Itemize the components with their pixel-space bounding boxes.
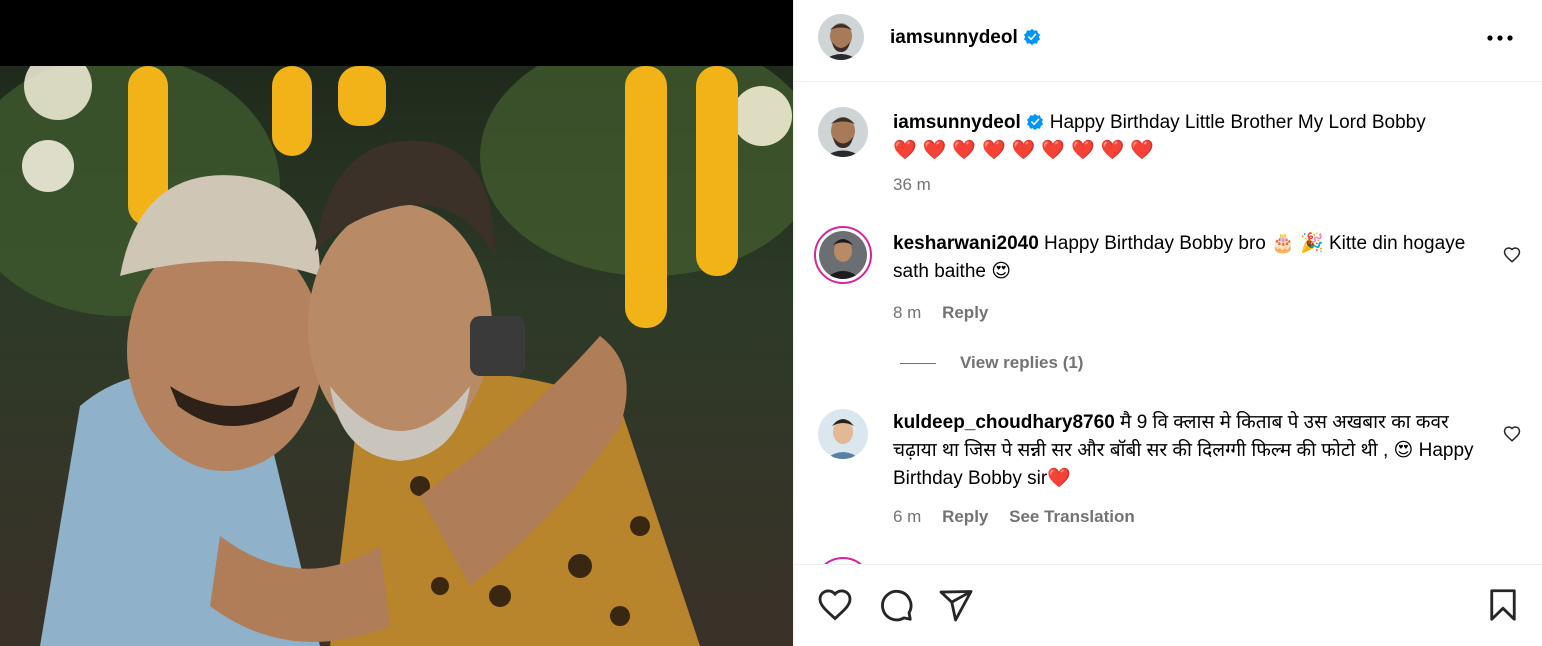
caption-avatar-image bbox=[818, 107, 868, 157]
author-avatar[interactable] bbox=[818, 14, 864, 60]
comment-meta: 6 m Reply See Translation bbox=[893, 507, 1151, 527]
author-username-text: iamsunnydeol bbox=[890, 27, 1018, 48]
author-avatar-image bbox=[818, 14, 864, 60]
see-translation-button[interactable]: See Translation bbox=[1009, 507, 1135, 526]
caption-avatar[interactable] bbox=[818, 107, 868, 157]
caption-row: iamsunnydeol Happy Birthday Little Broth… bbox=[794, 103, 1542, 203]
post-header: iamsunnydeol bbox=[794, 0, 1542, 82]
comment-timestamp: 6 m bbox=[893, 507, 922, 526]
caption-timestamp: 36 m bbox=[893, 175, 931, 194]
caption-meta: 36 m bbox=[893, 175, 947, 195]
verified-badge-icon bbox=[1023, 28, 1040, 46]
commenter-avatar-image bbox=[818, 409, 868, 459]
comment-username[interactable]: kesharwani2040 bbox=[893, 233, 1039, 254]
view-replies-button[interactable]: View replies (1) bbox=[900, 353, 1083, 373]
caption-emoji: ❤️❤️❤️❤️❤️❤️❤️❤️❤️ bbox=[893, 140, 1160, 161]
comment-icon[interactable] bbox=[878, 587, 914, 623]
caption-username[interactable]: iamsunnydeol bbox=[893, 112, 1021, 133]
post-media[interactable] bbox=[0, 0, 793, 646]
caption-text: Happy Birthday Little Brother My Lord Bo… bbox=[1049, 112, 1426, 133]
heart-icon[interactable] bbox=[1503, 246, 1521, 264]
verified-badge-icon bbox=[1026, 113, 1043, 131]
comment-item: kuldeep_choudhary8760 मै 9 वि क्लास मे क… bbox=[794, 409, 1542, 549]
share-icon[interactable] bbox=[938, 587, 974, 623]
commenter-avatar[interactable] bbox=[814, 226, 872, 284]
more-options-glyph bbox=[1487, 35, 1513, 41]
post-side-panel: iamsunnydeol iamsunnydeol Happy Birthday… bbox=[793, 0, 1542, 646]
comment-text-block: kuldeep_choudhary8760 मै 9 वि क्लास मे क… bbox=[893, 409, 1493, 493]
reply-button[interactable]: Reply bbox=[942, 303, 988, 322]
view-replies-label: View replies (1) bbox=[960, 353, 1084, 372]
replies-divider bbox=[900, 363, 936, 365]
heart-icon[interactable] bbox=[817, 587, 853, 623]
photo-illustration bbox=[0, 66, 793, 646]
comments-list[interactable]: iamsunnydeol Happy Birthday Little Broth… bbox=[794, 83, 1542, 564]
comment-meta: 8 m Reply bbox=[893, 303, 1004, 323]
caption-text-block: iamsunnydeol Happy Birthday Little Broth… bbox=[893, 109, 1493, 165]
post-photo bbox=[0, 66, 793, 646]
commenter-avatar[interactable] bbox=[818, 409, 868, 459]
commenter-avatar-partial[interactable] bbox=[814, 557, 872, 564]
post-actions-bar bbox=[794, 564, 1542, 646]
commenter-avatar-image bbox=[819, 231, 867, 279]
comment-timestamp: 8 m bbox=[893, 303, 922, 322]
heart-icon[interactable] bbox=[1503, 425, 1521, 443]
comment-text-block: kesharwani2040 Happy Birthday Bobby bro … bbox=[893, 230, 1493, 286]
reply-button[interactable]: Reply bbox=[942, 507, 988, 526]
bookmark-icon[interactable] bbox=[1485, 587, 1521, 623]
comment-username[interactable]: kuldeep_choudhary8760 bbox=[893, 412, 1115, 433]
more-options-icon[interactable] bbox=[1485, 26, 1515, 50]
author-username[interactable]: iamsunnydeol bbox=[890, 27, 1041, 49]
